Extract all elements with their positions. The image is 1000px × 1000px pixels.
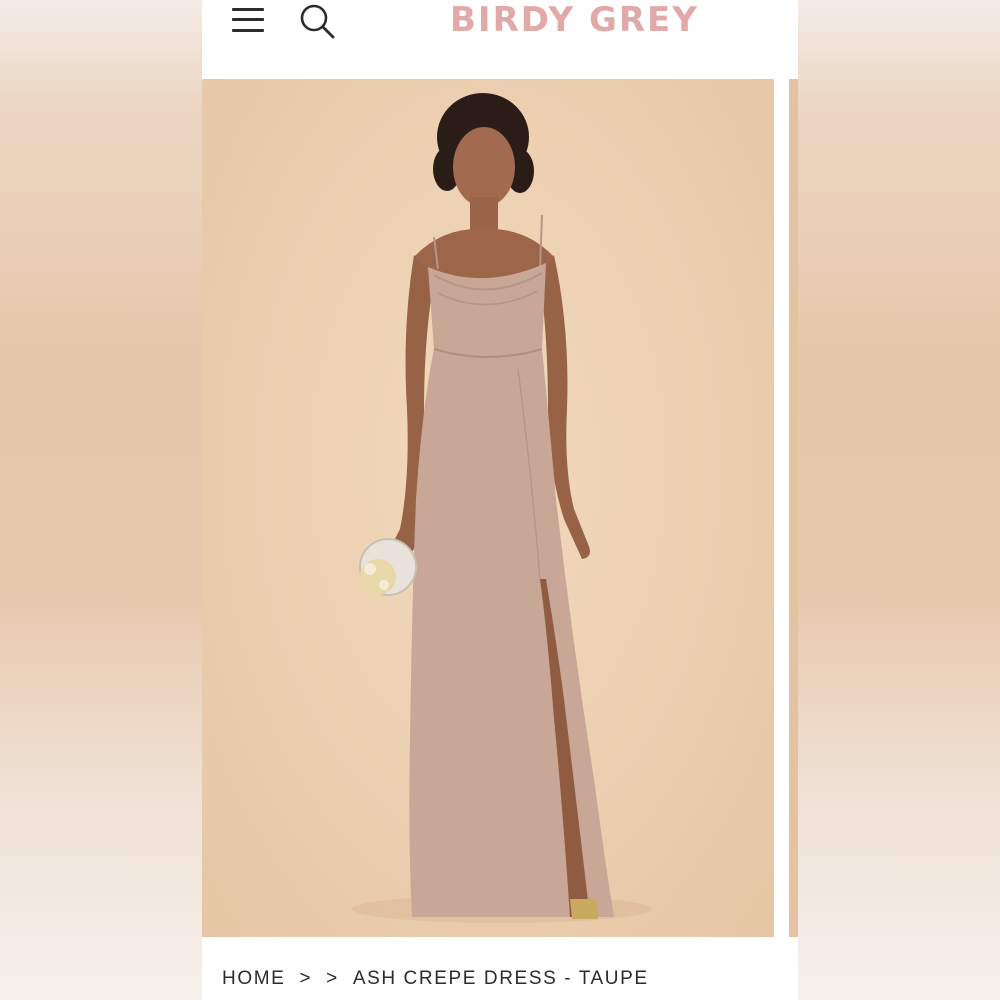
breadcrumb-home-link[interactable]: HOME <box>222 968 285 990</box>
menu-button[interactable] <box>232 6 266 36</box>
search-button[interactable] <box>298 2 338 42</box>
breadcrumb: HOME > > ASH CREPE DRESS - TAUPE <box>222 968 649 990</box>
product-image-gallery[interactable] <box>202 79 798 937</box>
search-icon <box>300 4 335 39</box>
breadcrumb-separator: > <box>326 968 339 989</box>
left-blurred-backdrop <box>0 0 202 1000</box>
product-photo[interactable] <box>202 79 774 937</box>
hamburger-menu-icon-bar <box>232 18 264 21</box>
hamburger-menu-icon-bar <box>232 29 264 32</box>
model-illustration <box>352 93 652 923</box>
site-header: BIRDY GREY <box>202 0 798 78</box>
hamburger-menu-icon <box>232 8 264 11</box>
brand-logo[interactable]: BIRDY GREY <box>450 0 699 40</box>
right-blurred-backdrop <box>798 0 1000 1000</box>
breadcrumb-current-page: ASH CREPE DRESS - TAUPE <box>352 968 649 989</box>
breadcrumb-separator: > <box>299 968 313 989</box>
mobile-page: BIRDY GREY HOME > > ASH CREPE DRESS - TA… <box>202 0 798 1000</box>
next-image-peek[interactable] <box>789 79 798 937</box>
